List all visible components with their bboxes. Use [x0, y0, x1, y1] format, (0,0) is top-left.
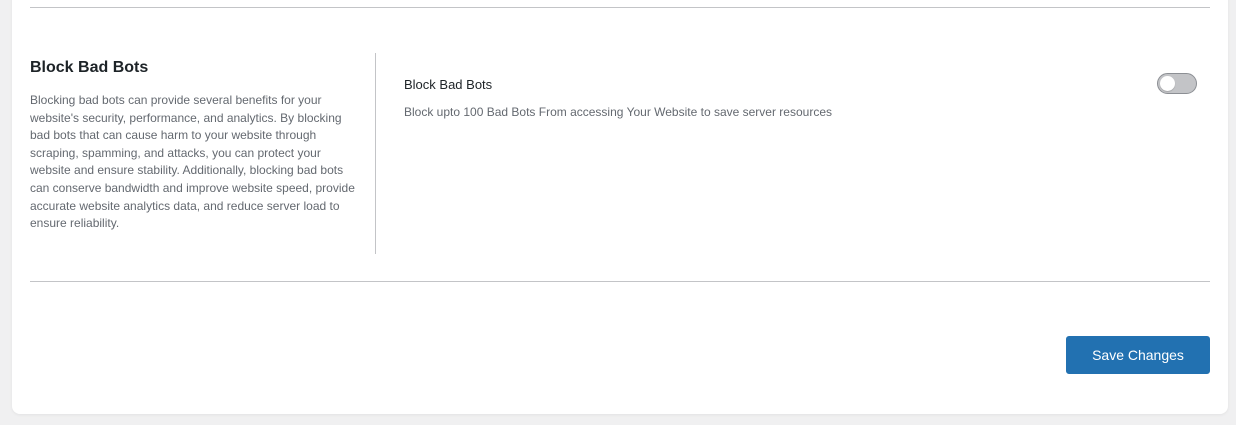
section-description: Blocking bad bots can provide several be… [30, 93, 355, 231]
section-title: Block Bad Bots [30, 59, 149, 76]
setting-label: Block Bad Bots [404, 77, 493, 92]
settings-card: Block Bad Bots Blocking bad bots can pro… [12, 0, 1228, 414]
setting-row: Block Bad Bots Block upto 100 Bad Bots F… [404, 77, 1210, 121]
top-divider [30, 7, 1210, 8]
block-bad-bots-toggle[interactable] [1157, 73, 1197, 94]
save-changes-button[interactable]: Save Changes [1066, 336, 1210, 374]
toggle-knob [1160, 76, 1175, 91]
bottom-divider [30, 281, 1210, 282]
section-info: Block Bad Bots Blocking bad bots can pro… [30, 53, 376, 254]
setting-description: Block upto 100 Bad Bots From accessing Y… [404, 105, 832, 119]
